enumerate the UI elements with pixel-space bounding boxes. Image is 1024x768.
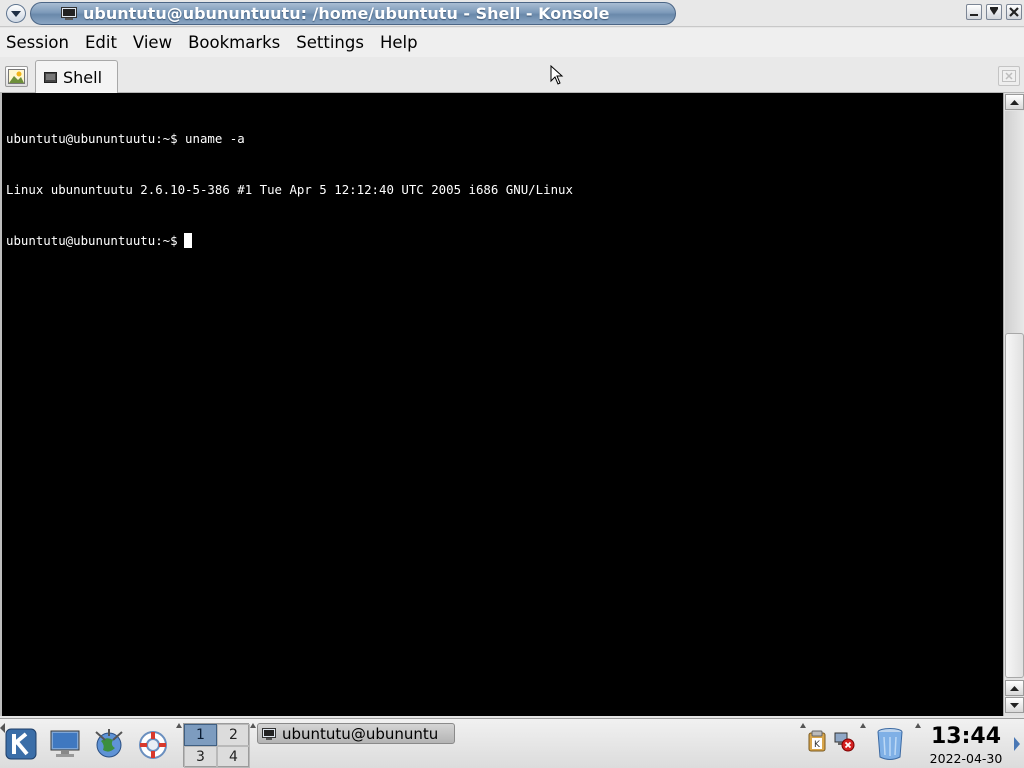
desktop: ubuntutu@ubununtuutu: /home/ubuntutu - S… (0, 0, 1024, 768)
window-menu-button[interactable] (6, 4, 26, 23)
kmenu-button[interactable] (4, 727, 38, 761)
new-session-icon (8, 69, 25, 84)
kde-k-icon (5, 728, 37, 760)
terminal-line: ubuntutu@ubununtuutu:~$ uname -a (6, 131, 245, 146)
terminal-icon (44, 71, 57, 83)
desktop-icon (50, 730, 80, 757)
menu-help[interactable]: Help (380, 33, 418, 52)
clock-date[interactable]: 2022-04-30 (919, 751, 1013, 766)
clock-time[interactable]: 13:44 (925, 724, 1007, 749)
panel-hide-button[interactable] (1014, 737, 1020, 751)
klipper-clipboard-icon: K (808, 730, 826, 752)
minimize-icon (970, 14, 978, 16)
konqueror-globe-icon (95, 729, 123, 758)
menu-view[interactable]: View (133, 33, 172, 52)
menu-settings[interactable]: Settings (296, 33, 364, 52)
arrow-down-icon (1010, 702, 1019, 708)
klipper-button[interactable]: K (806, 729, 828, 753)
panel-handle[interactable] (860, 723, 866, 765)
taskbar-window-konsole[interactable]: ubuntutu@ubununtu (257, 723, 455, 744)
pager-desktop-2[interactable]: 2 (217, 724, 250, 746)
arrow-up-icon (1010, 99, 1019, 105)
terminal-icon (61, 7, 77, 20)
tab-shell[interactable]: Shell (35, 60, 118, 93)
chevron-down-icon (11, 10, 21, 17)
arrow-up-icon (1010, 685, 1019, 691)
web-browser-button[interactable] (92, 727, 126, 761)
terminal-line: Linux ubununtuutu 2.6.10-5-386 #1 Tue Ap… (6, 182, 573, 197)
desktop-pager: 1 2 3 4 (183, 723, 250, 768)
window-title: ubuntutu@ubununtuutu: /home/ubuntutu - S… (83, 4, 610, 23)
terminal-prompt: ubuntutu@ubununtuutu:~$ (6, 233, 178, 248)
tab-label: Shell (63, 67, 103, 87)
terminal-prompt-line: ubuntutu@ubununtuutu:~$ (6, 232, 573, 249)
close-session-button[interactable] (998, 66, 1020, 86)
pager-desktop-3[interactable]: 3 (184, 746, 217, 768)
close-session-icon (1002, 70, 1016, 82)
minimize-button[interactable] (966, 4, 982, 20)
close-button[interactable] (1006, 4, 1022, 20)
help-button[interactable] (136, 727, 170, 761)
trash-can-icon (877, 728, 903, 760)
help-lifebuoy-icon (139, 731, 167, 759)
terminal-cursor (183, 233, 192, 248)
terminal-output[interactable]: ubuntutu@ubununtuutu:~$ uname -a Linux u… (0, 93, 1003, 716)
terminal-icon (262, 727, 276, 740)
network-disconnected-icon (834, 732, 855, 752)
trash-button[interactable] (873, 727, 907, 761)
scrollbar-thumb[interactable] (1005, 333, 1024, 678)
taskbar-window-label: ubuntutu@ubununtu (282, 724, 439, 743)
mouse-pointer-icon (550, 65, 564, 85)
window-title-bar: ubuntutu@ubununtuutu: /home/ubuntutu - S… (30, 2, 676, 25)
session-tab-bar: Shell (0, 57, 1024, 93)
menu-bar: Session Edit View Bookmarks Settings Hel… (0, 28, 1024, 57)
scroll-up-button-lower[interactable] (1005, 680, 1024, 696)
menu-session[interactable]: Session (6, 33, 69, 52)
scroll-down-button[interactable] (1005, 697, 1024, 713)
show-desktop-button[interactable] (48, 727, 82, 761)
new-session-button[interactable] (5, 66, 28, 87)
network-status-button[interactable] (832, 729, 856, 753)
panel-handle[interactable] (250, 723, 256, 765)
menu-bookmarks[interactable]: Bookmarks (188, 33, 280, 52)
terminal-scrollbar[interactable] (1003, 93, 1024, 716)
maximize-icon (990, 7, 998, 15)
scroll-up-button[interactable] (1005, 94, 1024, 110)
panel-handle[interactable] (176, 723, 182, 765)
close-icon (1009, 7, 1019, 17)
pager-desktop-1[interactable]: 1 (184, 724, 217, 746)
kde-panel: 1 2 3 4 ubuntutu@ubununtu K 13:44 2022-0… (0, 718, 1024, 768)
pager-desktop-4[interactable]: 4 (217, 746, 250, 768)
menu-edit[interactable]: Edit (85, 33, 117, 52)
system-tray: K (806, 729, 856, 753)
window-titlebar[interactable]: ubuntutu@ubununtuutu: /home/ubuntutu - S… (0, 0, 1024, 27)
maximize-button[interactable] (986, 4, 1002, 20)
